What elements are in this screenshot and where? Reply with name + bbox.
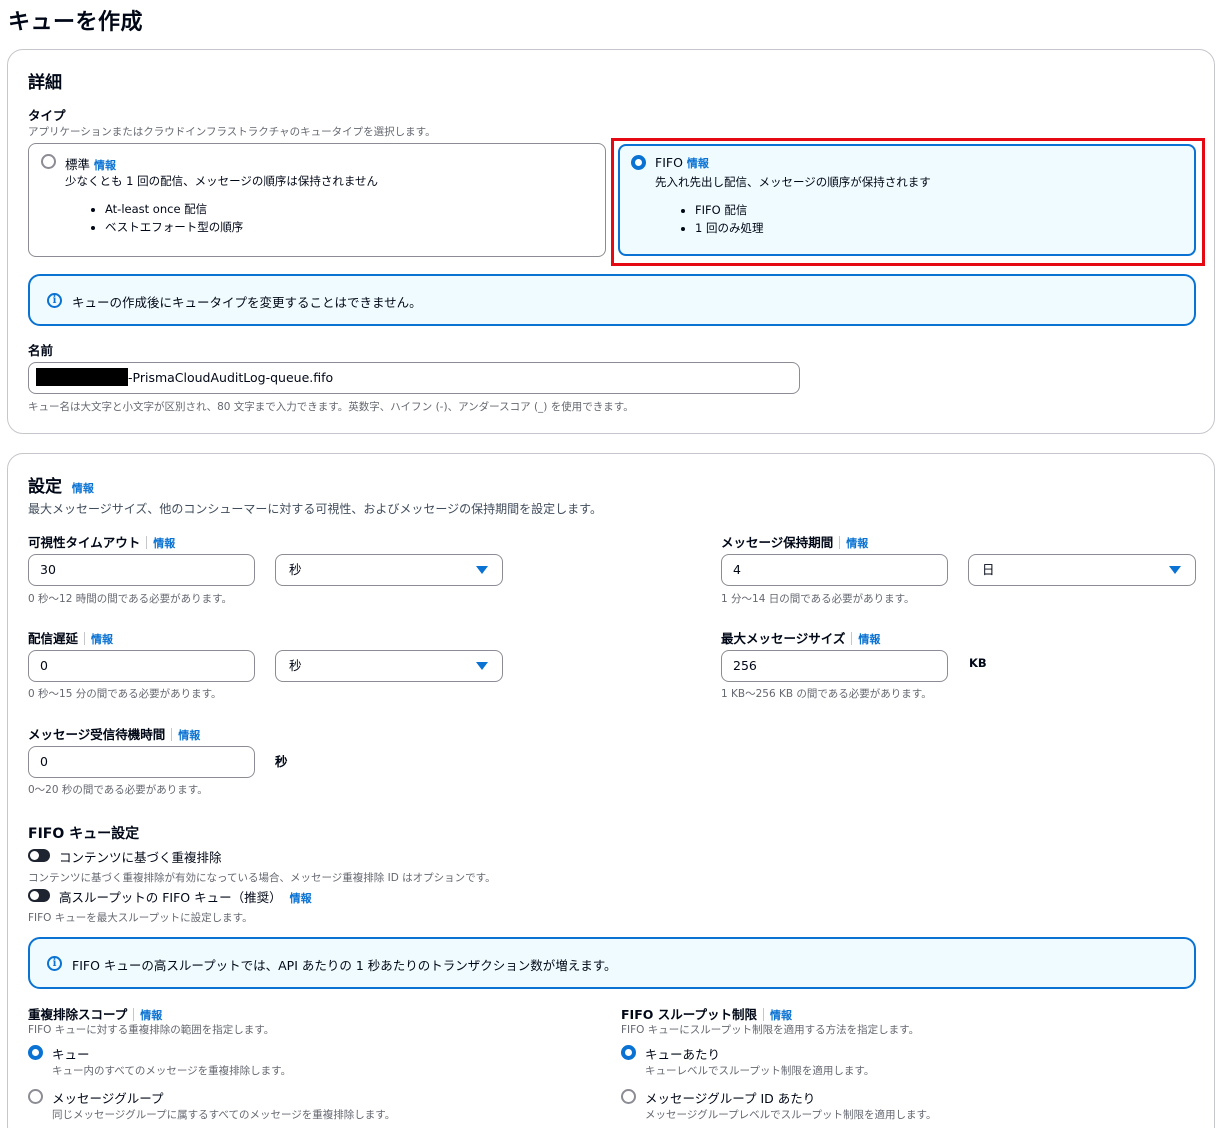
settings-card: 設定 情報 最大メッセージサイズ、他のコンシューマーに対する可視性、およびメッセ… xyxy=(7,453,1215,1128)
standard-title-row: 標準 情報 xyxy=(65,154,116,173)
dedup-scope-queue-hint: キュー内のすべてのメッセージを重複排除します。 xyxy=(52,1065,292,1077)
info-icon: i xyxy=(47,293,62,308)
throughput-limit-label-row: FIFO スループット制限 情報 xyxy=(621,1004,792,1023)
details-heading: 詳細 xyxy=(28,73,62,93)
retention-hint: 1 分～14 日の間である必要があります。 xyxy=(721,593,915,605)
dedup-scope-group-label: メッセージグループ xyxy=(52,1091,164,1106)
retention-unit: 日 xyxy=(982,562,995,577)
throughput-limit-info-link[interactable]: 情報 xyxy=(770,1009,792,1022)
settings-heading-row: 設定 情報 xyxy=(28,472,94,497)
throughput-per-group-label: メッセージグループ ID あたり xyxy=(645,1091,816,1106)
standard-bullet: ベストエフォート型の順序 xyxy=(105,219,243,235)
page-title: キューを作成 xyxy=(8,10,144,35)
dedup-scope-label: 重複排除スコープ xyxy=(28,1007,128,1022)
receive-wait-input[interactable]: 0 xyxy=(28,746,255,778)
high-throughput-hint: FIFO キューを最大スループットに設定します。 xyxy=(28,912,253,924)
queue-name-input[interactable]: -PrismaCloudAuditLog-queue.fifo xyxy=(28,362,800,394)
settings-heading: 設定 xyxy=(28,477,62,497)
type-change-alert: i キューの作成後にキュータイプを変更することはできません。 xyxy=(28,274,1196,326)
queue-name-value: -PrismaCloudAuditLog-queue.fifo xyxy=(128,370,334,385)
redacted-name-prefix xyxy=(36,368,128,386)
chevron-down-icon xyxy=(476,662,488,670)
standard-info-link[interactable]: 情報 xyxy=(94,159,116,172)
delivery-delay-input[interactable]: 0 xyxy=(28,650,255,682)
standard-bullet: At-least once 配信 xyxy=(105,201,243,217)
high-throughput-alert-text: FIFO キューの高スループットでは、API あたりの 1 秒あたりのトランザク… xyxy=(72,958,617,973)
delivery-delay-unit: 秒 xyxy=(289,658,302,673)
max-size-input[interactable]: 256 xyxy=(721,650,948,682)
dedup-scope-queue-label: キュー xyxy=(52,1047,90,1062)
dedup-scope-description: FIFO キューに対する重複排除の範囲を指定します。 xyxy=(28,1024,275,1036)
receive-wait-info-link[interactable]: 情報 xyxy=(178,729,200,742)
max-size-hint: 1 KB～256 KB の間である必要があります。 xyxy=(721,688,932,700)
details-card: 詳細 タイプ アプリケーションまたはクラウドインフラストラクチャのキュータイプを… xyxy=(7,49,1215,434)
receive-wait-unit: 秒 xyxy=(275,754,288,769)
throughput-per-queue-radio[interactable] xyxy=(621,1045,636,1060)
retention-input[interactable]: 4 xyxy=(721,554,948,586)
dedup-scope-queue-radio[interactable] xyxy=(28,1045,43,1060)
settings-description: 最大メッセージサイズ、他のコンシューマーに対する可視性、およびメッセージの保持期… xyxy=(28,502,602,516)
content-dedup-toggle[interactable] xyxy=(28,849,50,862)
dedup-scope-info-link[interactable]: 情報 xyxy=(140,1009,162,1022)
visibility-timeout-hint: 0 秒～12 時間の間である必要があります。 xyxy=(28,593,233,605)
dedup-scope-group-hint: 同じメッセージグループに属するすべてのメッセージを重複排除します。 xyxy=(52,1109,396,1121)
throughput-per-queue-hint: キューレベルでスループット制限を適用します。 xyxy=(645,1065,875,1077)
receive-wait-label-row: メッセージ受信待機時間 情報 xyxy=(28,724,200,743)
high-throughput-label-row: 高スループットの FIFO キュー（推奨） 情報 xyxy=(59,887,312,906)
dedup-scope-label-row: 重複排除スコープ 情報 xyxy=(28,1004,162,1023)
retention-label: メッセージ保持期間 xyxy=(721,535,834,550)
high-throughput-label: 高スループットの FIFO キュー（推奨） xyxy=(59,890,282,905)
fifo-highlight-box xyxy=(611,138,1205,266)
visibility-timeout-unit: 秒 xyxy=(289,562,302,577)
settings-info-link[interactable]: 情報 xyxy=(72,482,94,495)
throughput-per-group-radio[interactable] xyxy=(621,1089,636,1104)
throughput-per-queue-label: キューあたり xyxy=(645,1047,721,1062)
type-option-standard[interactable]: 標準 情報 少なくとも 1 回の配信、メッセージの順序は保持されません At-l… xyxy=(28,143,606,257)
standard-description: 少なくとも 1 回の配信、メッセージの順序は保持されません xyxy=(65,174,379,188)
delivery-delay-info-link[interactable]: 情報 xyxy=(91,633,113,646)
delivery-delay-unit-select[interactable]: 秒 xyxy=(275,650,503,682)
chevron-down-icon xyxy=(476,566,488,574)
retention-info-link[interactable]: 情報 xyxy=(846,537,868,550)
chevron-down-icon xyxy=(1169,566,1181,574)
retention-unit-select[interactable]: 日 xyxy=(968,554,1196,586)
delivery-delay-hint: 0 秒～15 分の間である必要があります。 xyxy=(28,688,222,700)
high-throughput-info-link[interactable]: 情報 xyxy=(290,892,312,905)
throughput-limit-label: FIFO スループット制限 xyxy=(621,1007,757,1022)
max-size-label-row: 最大メッセージサイズ 情報 xyxy=(721,628,880,647)
high-throughput-toggle[interactable] xyxy=(28,889,50,902)
retention-label-row: メッセージ保持期間 情報 xyxy=(721,532,868,551)
standard-bullets: At-least once 配信 ベストエフォート型の順序 xyxy=(105,201,243,237)
visibility-timeout-input[interactable]: 30 xyxy=(28,554,255,586)
visibility-timeout-info-link[interactable]: 情報 xyxy=(153,537,175,550)
visibility-timeout-unit-select[interactable]: 秒 xyxy=(275,554,503,586)
max-size-unit: KB xyxy=(969,656,987,670)
receive-wait-hint: 0～20 秒の間である必要があります。 xyxy=(28,784,208,796)
standard-radio[interactable] xyxy=(41,154,56,169)
dedup-scope-group-radio[interactable] xyxy=(28,1089,43,1104)
type-label: タイプ xyxy=(28,108,66,123)
max-size-label: 最大メッセージサイズ xyxy=(721,631,846,646)
standard-title: 標準 xyxy=(65,157,91,172)
high-throughput-alert: i FIFO キューの高スループットでは、API あたりの 1 秒あたりのトラン… xyxy=(28,937,1196,989)
name-hint: キュー名は大文字と小文字が区別され、80 文字まで入力できます。英数字、ハイフン… xyxy=(28,401,634,413)
fifo-settings-heading: FIFO キュー設定 xyxy=(28,826,140,842)
delivery-delay-label-row: 配信遅延 情報 xyxy=(28,628,113,647)
visibility-timeout-label-row: 可視性タイムアウト 情報 xyxy=(28,532,175,551)
type-description: アプリケーションまたはクラウドインフラストラクチャのキュータイプを選択します。 xyxy=(28,126,436,138)
content-dedup-hint: コンテンツに基づく重複排除が有効になっている場合、メッセージ重複排除 ID はオ… xyxy=(28,872,496,884)
receive-wait-label: メッセージ受信待機時間 xyxy=(28,727,166,742)
type-change-alert-text: キューの作成後にキュータイプを変更することはできません。 xyxy=(72,295,422,310)
name-label: 名前 xyxy=(28,343,54,358)
visibility-timeout-label: 可視性タイムアウト xyxy=(28,535,141,550)
info-icon: i xyxy=(47,956,62,971)
throughput-per-group-hint: メッセージグループレベルでスループット制限を適用します。 xyxy=(645,1109,937,1121)
throughput-limit-description: FIFO キューにスループット制限を適用する方法を指定します。 xyxy=(621,1024,920,1036)
delivery-delay-label: 配信遅延 xyxy=(28,631,79,646)
content-dedup-label: コンテンツに基づく重複排除 xyxy=(59,850,222,865)
max-size-info-link[interactable]: 情報 xyxy=(858,633,880,646)
